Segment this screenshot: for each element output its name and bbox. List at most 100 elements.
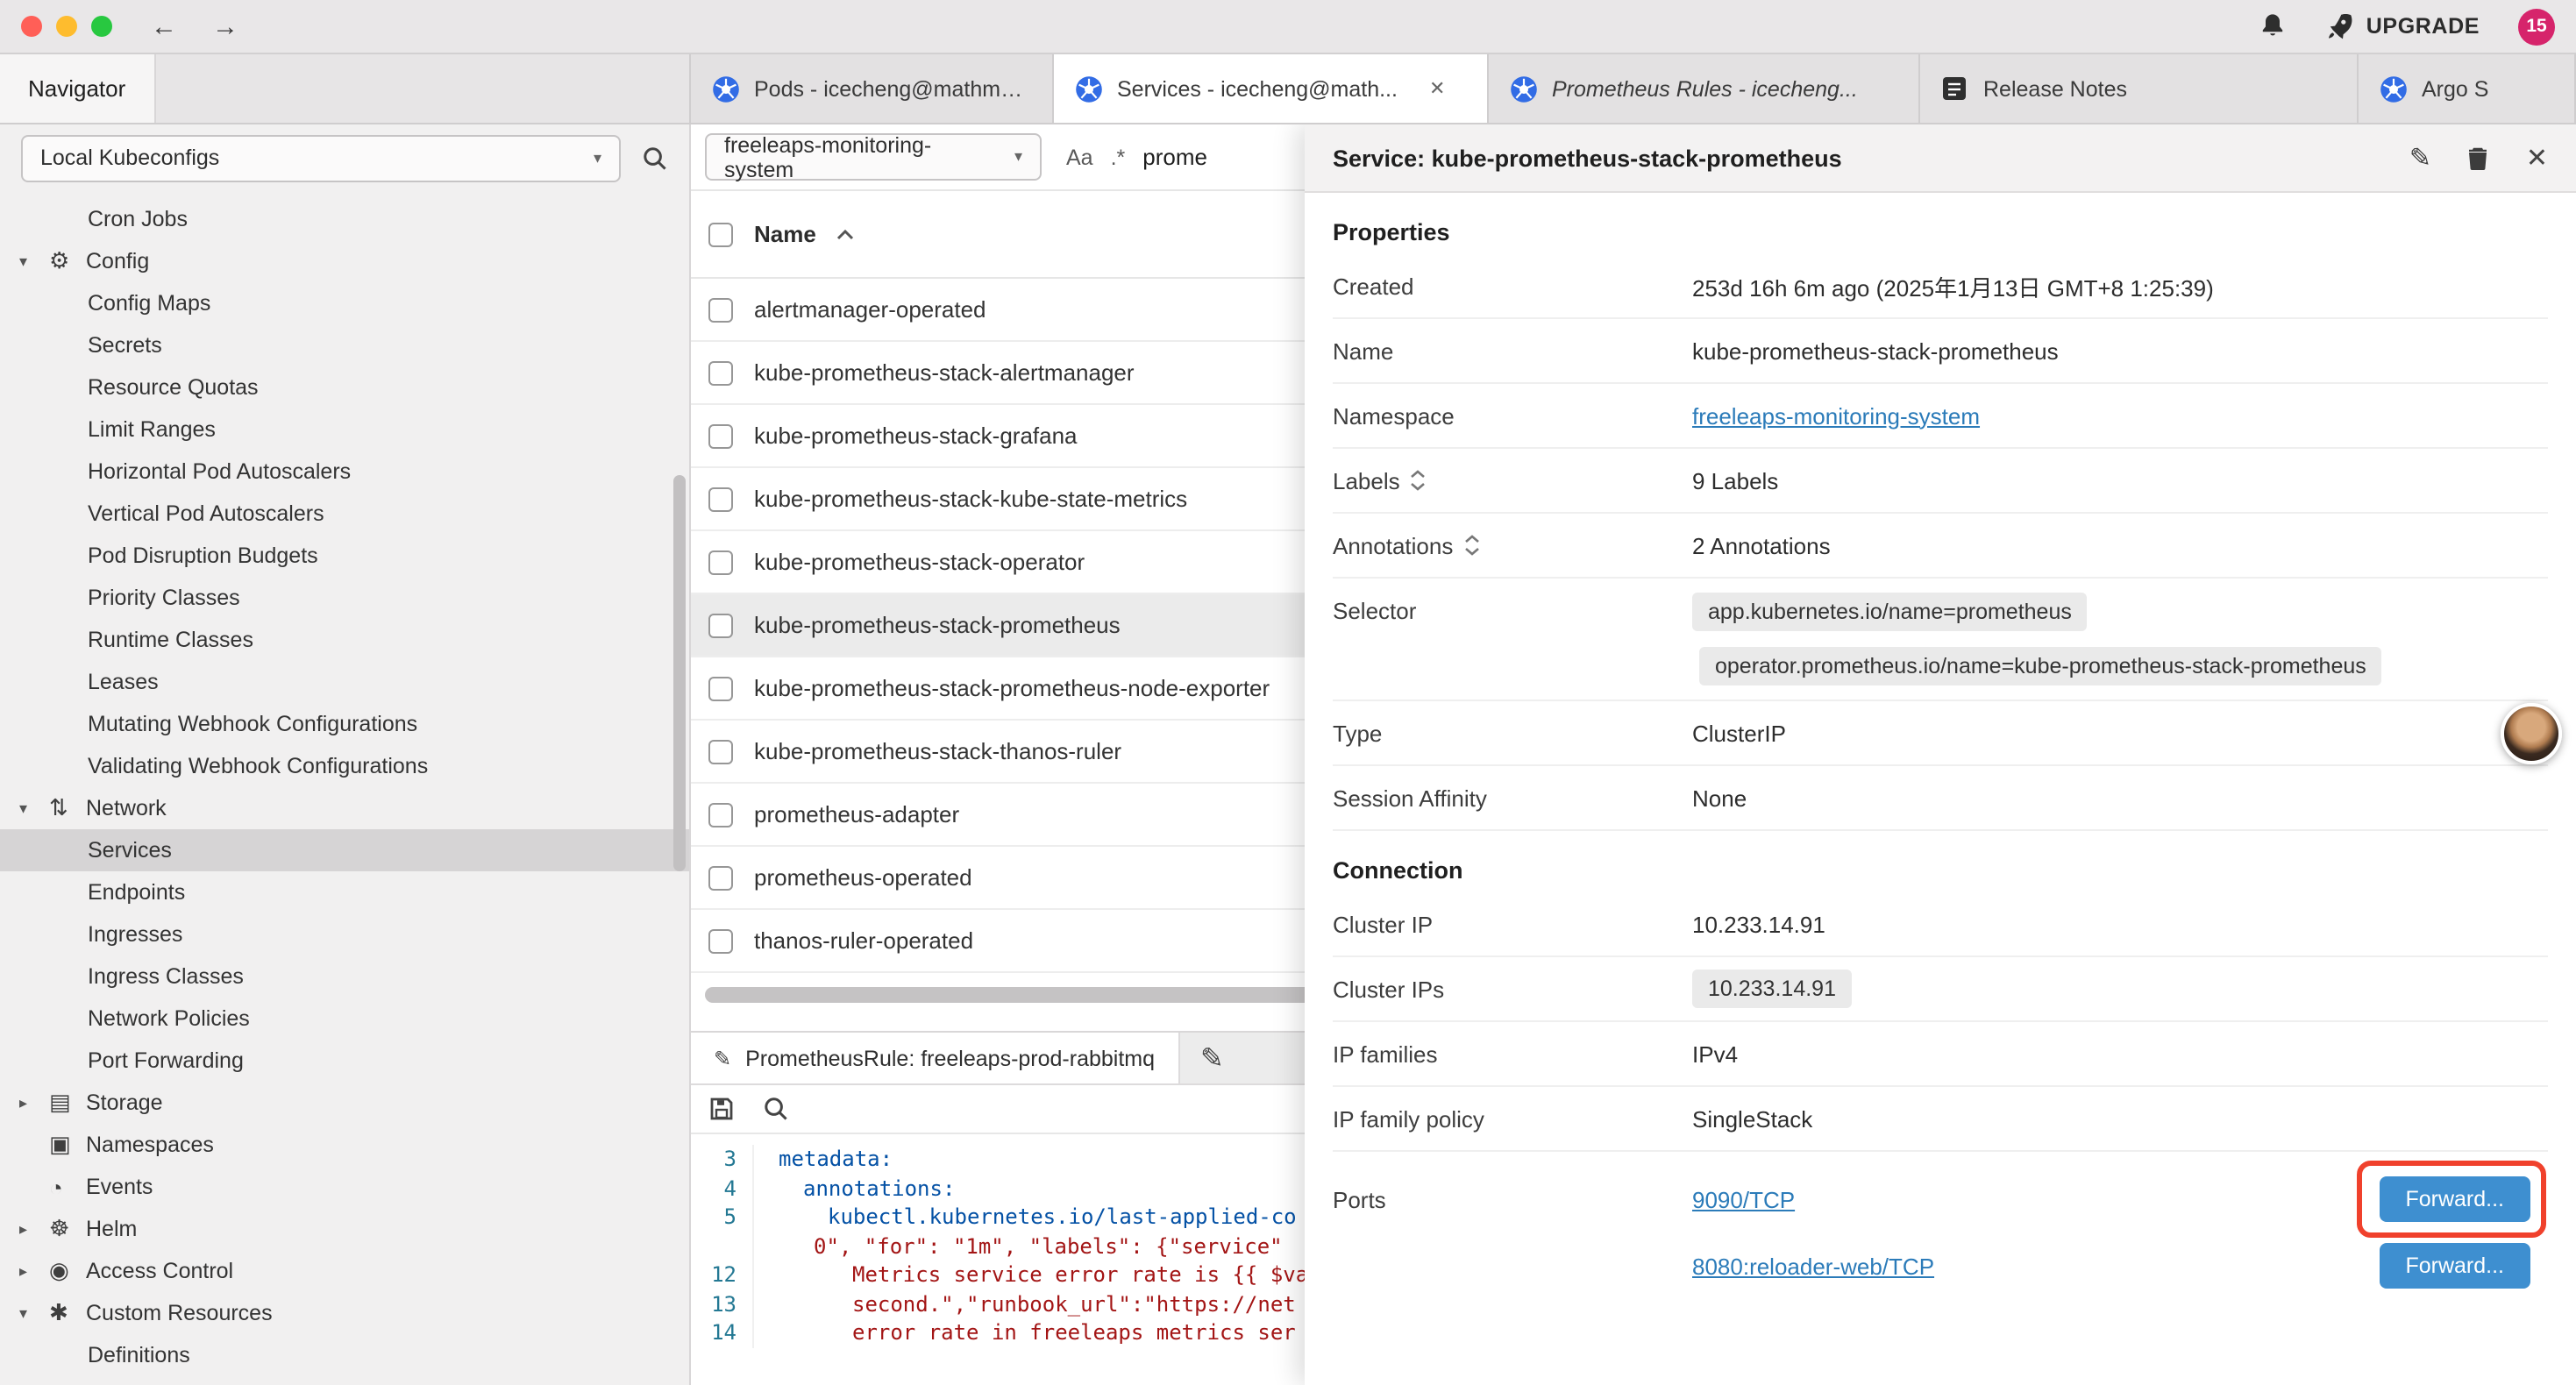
sidebar-scrollbar[interactable] — [673, 475, 686, 871]
editor-search-icon[interactable] — [763, 1096, 789, 1122]
sidebar-item-label: Network Policies — [88, 1006, 250, 1031]
sidebar-item-label: Ingresses — [88, 922, 182, 947]
row-checkbox[interactable] — [708, 802, 733, 827]
service-name: kube-prometheus-stack-prometheus-node-ex… — [754, 675, 1270, 701]
row-checkbox[interactable] — [708, 297, 733, 322]
tab-argo[interactable]: Argo S — [2359, 54, 2576, 123]
sidebar-item-access-control[interactable]: ▸◉Access Control — [0, 1250, 689, 1292]
name-column-header[interactable]: Name — [754, 221, 816, 247]
property-value[interactable]: 9 Labels — [1692, 467, 2548, 494]
property-value[interactable]: 2 Annotations — [1692, 532, 2548, 558]
sidebar-item-helm[interactable]: ▸☸Helm — [0, 1208, 689, 1250]
row-checkbox[interactable] — [708, 928, 733, 953]
expand-collapse-icon[interactable] — [1463, 535, 1479, 556]
sidebar-item-label: Limit Ranges — [88, 417, 216, 442]
namespace-select[interactable]: freeleaps-monitoring-system ▾ — [705, 133, 1042, 181]
save-icon[interactable] — [708, 1096, 735, 1122]
expand-collapse-icon[interactable] — [1411, 470, 1427, 491]
sidebar-item-config-maps[interactable]: Config Maps — [0, 282, 689, 324]
row-checkbox[interactable] — [708, 865, 733, 890]
property-row-type: Type ClusterIP — [1333, 701, 2548, 766]
back-button[interactable]: ← — [151, 11, 177, 41]
chevron-down-icon[interactable]: ▾ — [19, 1303, 49, 1323]
sidebar-item-vertical-pod-autoscalers[interactable]: Vertical Pod Autoscalers — [0, 493, 689, 535]
row-checkbox[interactable] — [708, 423, 733, 448]
tab-navigator[interactable]: Navigator — [0, 54, 155, 123]
forward-button[interactable]: → — [212, 11, 238, 41]
row-checkbox[interactable] — [708, 613, 733, 637]
match-case-toggle[interactable]: Aa — [1066, 145, 1093, 169]
tab-services[interactable]: Services - icecheng@math... ✕ — [1054, 54, 1489, 123]
sidebar-item-label: Ingress Classes — [88, 964, 244, 989]
forward-button[interactable]: Forward... — [2379, 1243, 2530, 1289]
sidebar-item-label: Leases — [88, 670, 159, 694]
sort-ascending-icon[interactable] — [837, 229, 855, 239]
sidebar-item-limit-ranges[interactable]: Limit Ranges — [0, 408, 689, 451]
sidebar-item-endpoints[interactable]: Endpoints — [0, 871, 689, 913]
chevron-right-icon[interactable]: ▸ — [19, 1219, 49, 1239]
sidebar-item-label: Secrets — [88, 333, 162, 358]
sidebar-item-port-forwarding[interactable]: Port Forwarding — [0, 1040, 689, 1082]
port-link[interactable]: 9090/TCP — [1692, 1186, 1795, 1212]
chevron-right-icon[interactable]: ▸ — [19, 1093, 49, 1112]
search-input[interactable]: Aa .* prome — [1066, 144, 1207, 170]
namespace-link[interactable]: freeleaps-monitoring-system — [1692, 402, 1980, 429]
property-value: 10.233.14.91 — [1692, 911, 2548, 937]
sidebar-item-leases[interactable]: Leases — [0, 661, 689, 703]
chevron-down-icon[interactable]: ▾ — [19, 252, 49, 271]
tab-prometheus-rules[interactable]: Prometheus Rules - icecheng... — [1489, 54, 1920, 123]
sidebar-item-config[interactable]: ▾⚙Config — [0, 240, 689, 282]
sidebar-item-network[interactable]: ▾⇅Network — [0, 787, 689, 829]
sidebar-item-resource-quotas[interactable]: Resource Quotas — [0, 366, 689, 408]
port-link[interactable]: 8080:reloader-web/TCP — [1692, 1253, 1934, 1279]
forward-button[interactable]: Forward... — [2379, 1176, 2530, 1222]
sidebar-item-secrets[interactable]: Secrets — [0, 324, 689, 366]
sidebar-item-runtime-classes[interactable]: Runtime Classes — [0, 619, 689, 661]
window-zoom-button[interactable] — [91, 16, 112, 37]
sidebar-item-definitions[interactable]: Definitions — [0, 1334, 689, 1376]
chevron-right-icon[interactable]: ▸ — [19, 1261, 49, 1281]
sidebar-item-priority-classes[interactable]: Priority Classes — [0, 577, 689, 619]
row-checkbox[interactable] — [708, 487, 733, 511]
sidebar-item-events[interactable]: ◔Events — [0, 1166, 689, 1208]
editor-tab-prometheusrule[interactable]: ✎ PrometheusRule: freeleaps-prod-rabbitm… — [691, 1033, 1179, 1083]
tab-release-notes[interactable]: Release Notes — [1920, 54, 2359, 123]
window-close-button[interactable] — [21, 16, 42, 37]
row-checkbox[interactable] — [708, 550, 733, 574]
upgrade-button[interactable]: UPGRADE — [2326, 12, 2480, 40]
sidebar-item-validating-webhook-configurations[interactable]: Validating Webhook Configurations — [0, 745, 689, 787]
close-tab-icon[interactable]: ✕ — [1429, 77, 1445, 100]
tab-pods[interactable]: Pods - icecheng@mathmas... — [691, 54, 1054, 123]
storage-icon: ▤ — [49, 1089, 86, 1117]
search-icon[interactable] — [642, 145, 668, 171]
chevron-down-icon[interactable]: ▾ — [19, 799, 49, 818]
kubeconfig-select[interactable]: Local Kubeconfigs ▾ — [21, 134, 621, 181]
row-checkbox[interactable] — [708, 739, 733, 764]
row-checkbox[interactable] — [708, 676, 733, 700]
sidebar-item-custom-resources[interactable]: ▾✱Custom Resources — [0, 1292, 689, 1334]
notifications-bell-icon[interactable] — [2259, 12, 2288, 40]
sidebar-item-pod-disruption-budgets[interactable]: Pod Disruption Budgets — [0, 535, 689, 577]
user-avatar[interactable] — [2501, 703, 2562, 764]
regex-toggle[interactable]: .* — [1111, 145, 1126, 169]
code-line: Metrics service error rate is {{ $va — [765, 1261, 1308, 1289]
sidebar-item-cron-jobs[interactable]: Cron Jobs — [0, 198, 689, 240]
property-row-cluster-ip: Cluster IP 10.233.14.91 — [1333, 892, 2548, 957]
sidebar-item-ingress-classes[interactable]: Ingress Classes — [0, 955, 689, 998]
delete-trash-icon[interactable] — [2466, 145, 2491, 171]
sidebar-item-horizontal-pod-autoscalers[interactable]: Horizontal Pod Autoscalers — [0, 451, 689, 493]
sidebar-item-storage[interactable]: ▸▤Storage — [0, 1082, 689, 1124]
sidebar-item-mutating-webhook-configurations[interactable]: Mutating Webhook Configurations — [0, 703, 689, 745]
row-checkbox[interactable] — [708, 360, 733, 385]
sidebar-item-services[interactable]: Services — [0, 829, 689, 871]
sidebar-item-label: Port Forwarding — [88, 1048, 244, 1073]
edit-icon[interactable]: ✎ — [2409, 142, 2431, 174]
select-all-checkbox[interactable] — [708, 222, 733, 246]
sidebar-item-network-policies[interactable]: Network Policies — [0, 998, 689, 1040]
sidebar-item-namespaces[interactable]: ▣Namespaces — [0, 1124, 689, 1166]
close-drawer-icon[interactable]: ✕ — [2526, 142, 2548, 174]
sidebar-item-ingresses[interactable]: Ingresses — [0, 913, 689, 955]
notification-count-badge[interactable]: 15 — [2518, 8, 2555, 45]
property-row-ip-family-policy: IP family policy SingleStack — [1333, 1087, 2548, 1152]
window-minimize-button[interactable] — [56, 16, 77, 37]
